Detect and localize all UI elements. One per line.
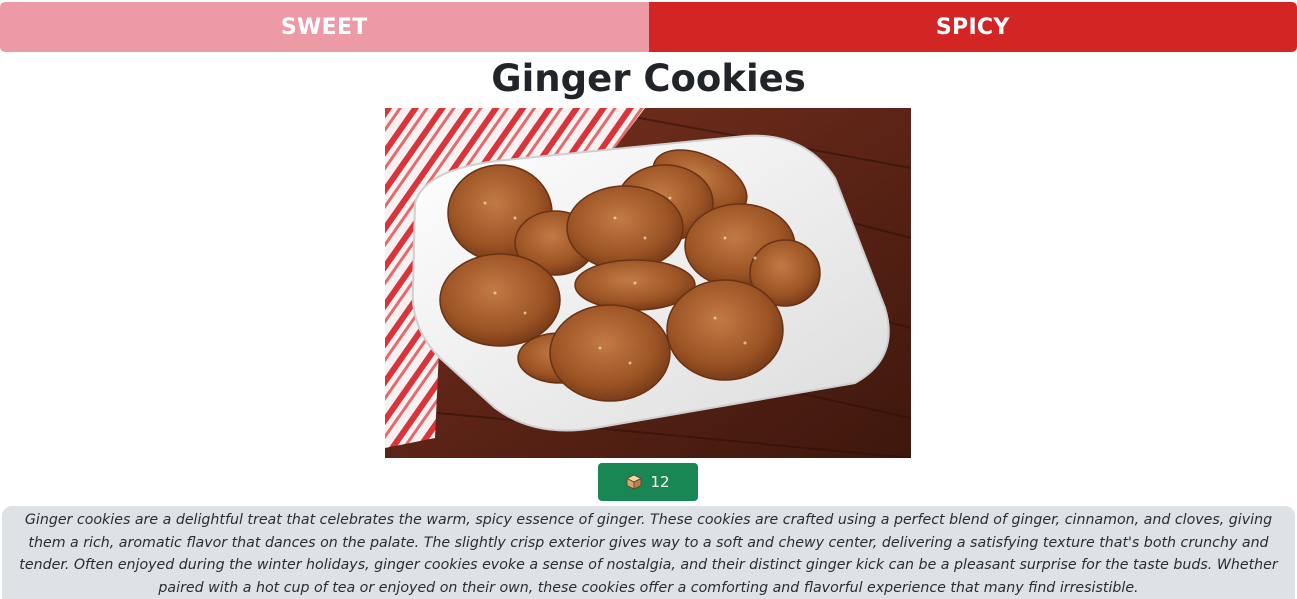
count-button[interactable]: 12 [598,463,698,501]
tab-spicy[interactable]: SPICY [648,2,1297,52]
category-tabs: SWEET SPICY [0,2,1297,52]
recipe-page: SWEET SPICY Ginger Cookies 12 Ginger coo… [0,0,1297,599]
recipe-description: Ginger cookies are a delightful treat th… [2,506,1295,599]
count-value: 12 [650,473,670,491]
box-icon [626,474,643,490]
recipe-image [385,108,911,458]
tab-sweet[interactable]: SWEET [0,2,649,52]
recipe-title: Ginger Cookies [491,57,806,100]
cookie-plate-photo [385,108,911,458]
